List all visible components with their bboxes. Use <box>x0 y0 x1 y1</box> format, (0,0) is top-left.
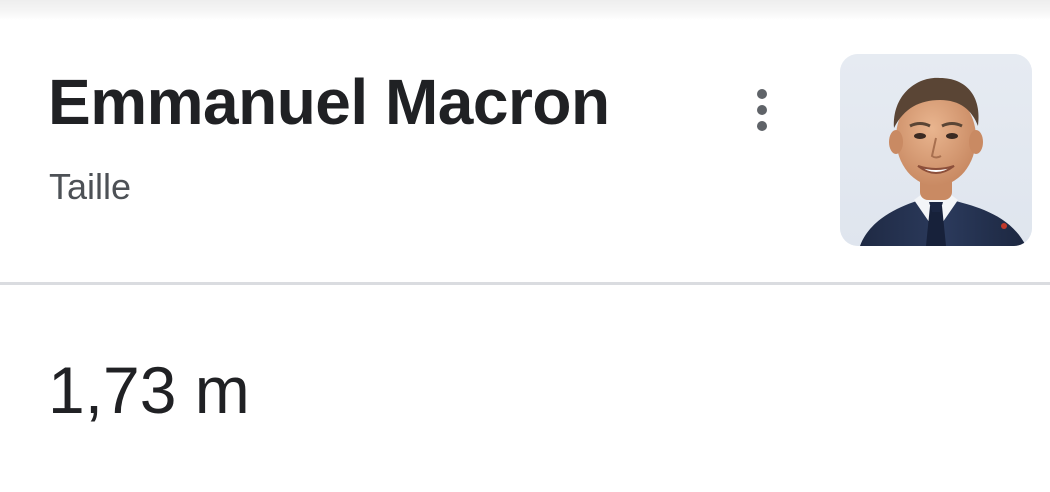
card-header: Emmanuel Macron Taille <box>0 20 1050 282</box>
attribute-label: Taille <box>49 166 132 207</box>
more-vert-icon <box>757 89 767 99</box>
entity-title[interactable]: Emmanuel Macron <box>48 62 610 142</box>
entity-thumbnail[interactable] <box>840 54 1032 246</box>
portrait-image <box>840 54 1032 246</box>
section-divider <box>0 282 1050 285</box>
knowledge-card: Emmanuel Macron Taille 1,73 m <box>0 0 1050 492</box>
more-options-button[interactable] <box>735 80 789 140</box>
attribute-value: 1,73 m <box>48 353 250 427</box>
more-vert-icon-dot <box>757 105 767 115</box>
top-edge-shadow <box>0 0 1050 20</box>
more-vert-icon-dot <box>757 121 767 131</box>
